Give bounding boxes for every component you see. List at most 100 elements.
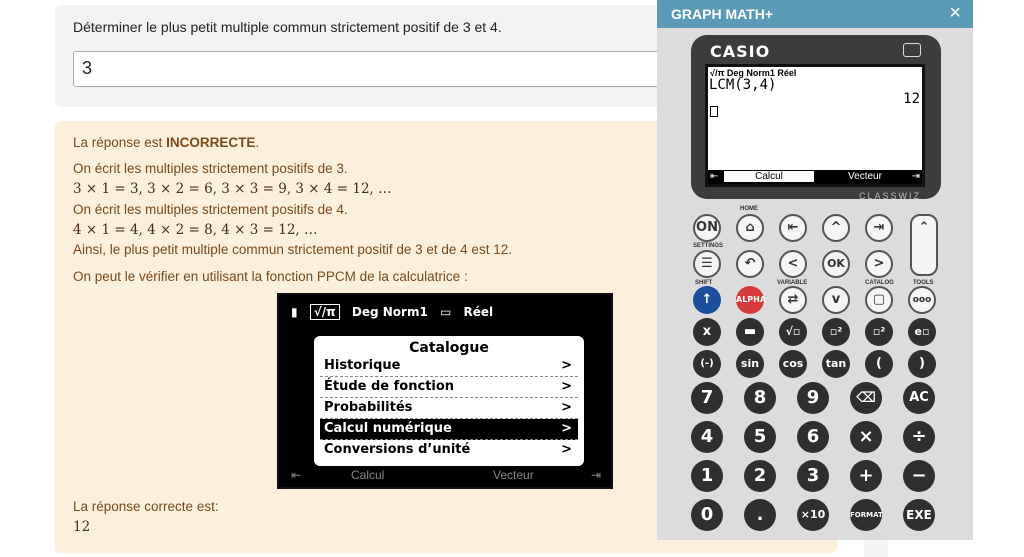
softkey-calcul: Calcul bbox=[351, 468, 385, 482]
square-key[interactable]: ▫² bbox=[865, 318, 893, 346]
catalog-item: Probabilités > bbox=[320, 398, 578, 419]
battery-icon: ▮ bbox=[291, 305, 298, 319]
sin-key[interactable]: sin bbox=[736, 350, 764, 378]
calculator-display-housing: CASIO √/π Deg Norm1 Réel LCM(3,4) 12 ⇤ C… bbox=[691, 35, 941, 201]
lcd-result: 12 bbox=[903, 91, 920, 107]
shift-label: SHIFT bbox=[695, 280, 713, 286]
tools-key[interactable]: ooo bbox=[908, 286, 936, 314]
correct-answer-label: La réponse correcte est: bbox=[73, 499, 219, 514]
complex-indicator: Réel bbox=[463, 305, 494, 319]
explanation-calculator: On peut le vérifier en utilisant la fonc… bbox=[73, 269, 468, 284]
up-key[interactable]: ^ bbox=[822, 214, 850, 242]
multiply-key[interactable]: × bbox=[850, 421, 882, 453]
ok-key[interactable]: OK bbox=[822, 250, 850, 278]
negative-key[interactable]: (-) bbox=[693, 350, 721, 378]
catalog-item: Étude de fonction > bbox=[320, 377, 578, 398]
key-2[interactable]: 2 bbox=[744, 460, 776, 492]
verdict-suffix: . bbox=[255, 135, 260, 150]
settings-key[interactable]: ☰ bbox=[693, 250, 721, 278]
exp-key[interactable]: e▫ bbox=[908, 318, 936, 346]
key-4[interactable]: 4 bbox=[691, 421, 723, 453]
key-9[interactable]: 9 bbox=[797, 382, 829, 414]
power-key[interactable]: ▫² bbox=[822, 318, 850, 346]
catalog-item-selected: Calcul numérique > bbox=[320, 419, 578, 440]
complex-icon: ▭ bbox=[440, 305, 452, 319]
screenshot-icon[interactable] bbox=[903, 43, 921, 57]
lcd-expression: LCM(3,4) bbox=[709, 77, 777, 93]
key-3[interactable]: 3 bbox=[797, 460, 829, 492]
catalog-item: Historique > bbox=[320, 356, 578, 377]
lcd-back-icon: ⇤ bbox=[710, 171, 719, 182]
lcd-softkeys: ⇤ Calcul Vecteur ⇥ bbox=[708, 170, 922, 184]
key-6[interactable]: 6 bbox=[797, 421, 829, 453]
key-0[interactable]: 0 bbox=[691, 499, 723, 531]
scroll-key[interactable]: ⌃ bbox=[910, 214, 938, 276]
exe-key[interactable]: EXE bbox=[903, 499, 935, 531]
right-key[interactable]: > bbox=[865, 250, 893, 278]
catalog-item: Conversions d’unité > bbox=[324, 442, 572, 457]
tan-key[interactable]: tan bbox=[822, 350, 850, 378]
on-key[interactable]: ON bbox=[693, 214, 721, 242]
multiples-of-4: 4 × 1 = 4, 4 × 2 = 8, 4 × 3 = 12, … bbox=[73, 222, 318, 238]
key-1[interactable]: 1 bbox=[691, 460, 723, 492]
screenshot-softkeys: ⇤ Calcul Vecteur ⇥ bbox=[287, 468, 605, 484]
verdict-prefix: La réponse est bbox=[73, 135, 167, 150]
catalog-menu: Catalogue Historique > Étude de fonction >… bbox=[312, 334, 586, 468]
delete-key[interactable]: ⌫ bbox=[850, 382, 882, 414]
undo-key[interactable]: ↶ bbox=[736, 250, 764, 278]
home-label: HOME bbox=[740, 206, 758, 212]
back-key[interactable]: ⇤ bbox=[779, 214, 807, 242]
shift-key[interactable]: ↑ bbox=[693, 286, 721, 314]
cos-key[interactable]: cos bbox=[779, 350, 807, 378]
close-icon[interactable]: × bbox=[949, 2, 961, 25]
left-key[interactable]: < bbox=[779, 250, 807, 278]
calculator-header: GRAPH MATH+ × bbox=[657, 0, 973, 28]
fraction-key[interactable]: ▬ bbox=[736, 318, 764, 346]
divide-key[interactable]: ÷ bbox=[903, 421, 935, 453]
subtract-key[interactable]: − bbox=[903, 460, 935, 492]
alpha-key[interactable]: ALPHA bbox=[736, 286, 766, 314]
softkey-vecteur: Vecteur bbox=[493, 468, 534, 482]
correct-answer-value: 12 bbox=[73, 519, 91, 535]
screenshot-status-bar: ▮ √/π Deg Norm1 ▭ Réel bbox=[291, 304, 501, 320]
forward-key[interactable]: ⇥ bbox=[865, 214, 893, 242]
catalog-title: Catalogue bbox=[409, 340, 489, 356]
down-key[interactable]: v bbox=[822, 286, 850, 314]
decimal-key[interactable]: . bbox=[744, 499, 776, 531]
sqrt-key[interactable]: √▫ bbox=[779, 318, 807, 346]
variable-key[interactable]: ⇄ bbox=[779, 286, 807, 314]
explanation-line-3: On écrit les multiples strictement posit… bbox=[73, 202, 348, 217]
brand-logo: CASIO bbox=[710, 42, 771, 61]
add-key[interactable]: + bbox=[850, 460, 882, 492]
key-7[interactable]: 7 bbox=[691, 382, 723, 414]
verdict-line: La réponse est INCORRECTE. bbox=[73, 135, 259, 150]
format-key[interactable]: FORMAT bbox=[850, 499, 883, 531]
explanation-line-1: On écrit les multiples strictement posit… bbox=[73, 161, 348, 176]
explanation-conclusion: Ainsi, le plus petit multiple commun str… bbox=[73, 242, 512, 257]
model-label: CLASSWIZ bbox=[858, 191, 921, 201]
mode-indicator: √/π bbox=[309, 304, 340, 320]
multiples-of-3: 3 × 1 = 3, 3 × 2 = 6, 3 × 3 = 9, 3 × 4 =… bbox=[73, 181, 392, 197]
catalog-key[interactable]: ▢ bbox=[865, 286, 893, 314]
lcd-cursor bbox=[710, 106, 718, 117]
forward-arrow-icon: ⇥ bbox=[590, 468, 601, 482]
back-arrow-icon: ⇤ bbox=[291, 468, 302, 482]
home-icon[interactable]: ⌂ bbox=[736, 214, 764, 242]
settings-label: SETTINGS bbox=[693, 243, 724, 249]
calculator-panel: GRAPH MATH+ × CASIO √/π Deg Norm1 Réel L… bbox=[657, 0, 973, 540]
calculator-catalog-screenshot: ▮ √/π Deg Norm1 ▭ Réel Catalogue Histori… bbox=[277, 293, 613, 489]
key-5[interactable]: 5 bbox=[744, 421, 776, 453]
lcd-softkey-right[interactable]: Vecteur bbox=[820, 171, 910, 182]
question-text: Déterminer le plus petit multiple commun… bbox=[73, 19, 502, 35]
right-paren-key[interactable]: ) bbox=[908, 350, 936, 378]
times-ten-key[interactable]: ×10 bbox=[797, 499, 829, 531]
x-key[interactable]: x bbox=[693, 318, 721, 346]
calculator-title: GRAPH MATH+ bbox=[671, 6, 774, 22]
verdict-word: INCORRECTE bbox=[166, 135, 256, 150]
calculator-lcd: √/π Deg Norm1 Réel LCM(3,4) 12 ⇤ Calcul … bbox=[705, 64, 925, 187]
key-8[interactable]: 8 bbox=[744, 382, 776, 414]
angle-indicator: Deg Norm1 bbox=[351, 305, 428, 319]
ac-key[interactable]: AC bbox=[903, 382, 935, 414]
lcd-softkey-left[interactable]: Calcul bbox=[724, 171, 814, 182]
left-paren-key[interactable]: ( bbox=[865, 350, 893, 378]
